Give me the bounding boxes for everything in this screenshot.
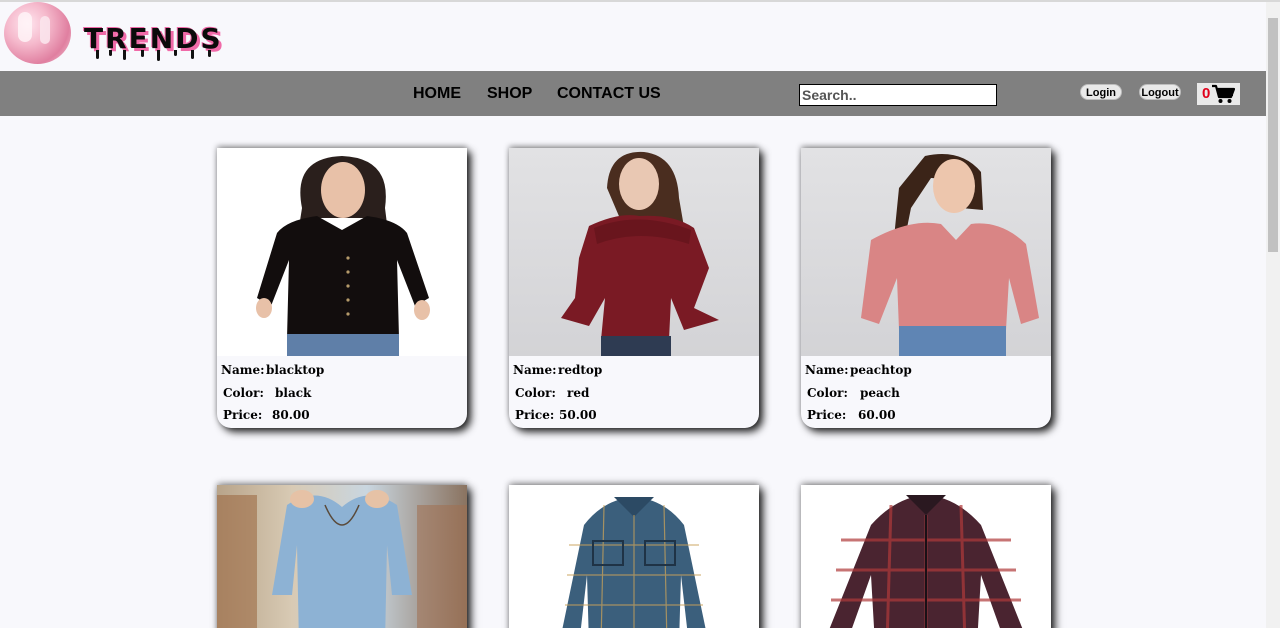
product-name: redtop: [558, 363, 603, 377]
product-color-row: Color: black: [223, 385, 463, 401]
product-image[interactable]: [509, 485, 759, 628]
logout-button[interactable]: Logout: [1139, 84, 1181, 100]
product-color-row: Color: peach: [807, 385, 1047, 401]
search-input[interactable]: [799, 84, 997, 106]
product-price-row: Price: 50.00: [515, 407, 755, 423]
brand-logo[interactable]: [4, 2, 71, 64]
product-name-row: Name: blacktop: [221, 362, 461, 378]
page-scrollbar[interactable]: [1266, 2, 1280, 628]
product-color: peach: [860, 386, 900, 400]
name-label: Name:: [805, 363, 849, 377]
product-image[interactable]: [217, 148, 467, 356]
price-label: Price:: [807, 408, 847, 422]
cart-count-badge: 0: [1202, 85, 1211, 102]
color-label: Color:: [515, 386, 556, 400]
product-image[interactable]: [509, 148, 759, 356]
product-card[interactable]: Name: redtop Color: red Price: 50.00: [509, 148, 759, 428]
product-image[interactable]: [217, 485, 467, 628]
site-header: TRENDS: [0, 2, 1266, 71]
name-label: Name:: [513, 363, 557, 377]
product-price: 50.00: [559, 408, 597, 422]
color-label: Color:: [223, 386, 264, 400]
product-name: peachtop: [850, 363, 912, 377]
main-navbar: HOME SHOP CONTACT US Login Logout 0: [0, 71, 1266, 116]
product-name: blacktop: [266, 363, 325, 377]
price-label: Price:: [223, 408, 263, 422]
product-card[interactable]: Name: peachtop Color: peach Price: 60.00: [801, 148, 1051, 428]
product-info: Name: peachtop Color: peach Price: 60.00: [801, 356, 1051, 428]
scrollbar-thumb[interactable]: [1268, 18, 1278, 252]
product-color: red: [567, 386, 590, 400]
product-card[interactable]: Name: blacktop Color: black Price: 80.00: [217, 148, 467, 428]
product-image[interactable]: [801, 485, 1051, 628]
nav-shop-link[interactable]: SHOP: [487, 84, 532, 104]
product-info: Name: redtop Color: red Price: 50.00: [509, 356, 759, 428]
cart-button[interactable]: 0: [1197, 83, 1240, 105]
product-name-row: Name: redtop: [513, 362, 753, 378]
product-info: Name: blacktop Color: black Price: 80.00: [217, 356, 467, 428]
product-name-row: Name: peachtop: [805, 362, 1045, 378]
product-card[interactable]: [509, 485, 759, 628]
product-price: 80.00: [272, 408, 310, 422]
nav-contact-link[interactable]: CONTACT US: [557, 84, 661, 104]
name-label: Name:: [221, 363, 265, 377]
color-label: Color:: [807, 386, 848, 400]
product-color: black: [275, 386, 312, 400]
product-price-row: Price: 80.00: [223, 407, 463, 423]
shopping-cart-icon: [1212, 84, 1235, 103]
product-image[interactable]: [801, 148, 1051, 356]
product-price: 60.00: [858, 408, 896, 422]
product-card[interactable]: [217, 485, 467, 628]
price-label: Price:: [515, 408, 555, 422]
product-price-row: Price: 60.00: [807, 407, 1047, 423]
nav-home-link[interactable]: HOME: [413, 84, 461, 104]
product-color-row: Color: red: [515, 385, 755, 401]
product-card[interactable]: [801, 485, 1051, 628]
brand-drip-decoration: [90, 50, 220, 62]
login-button[interactable]: Login: [1080, 84, 1122, 100]
